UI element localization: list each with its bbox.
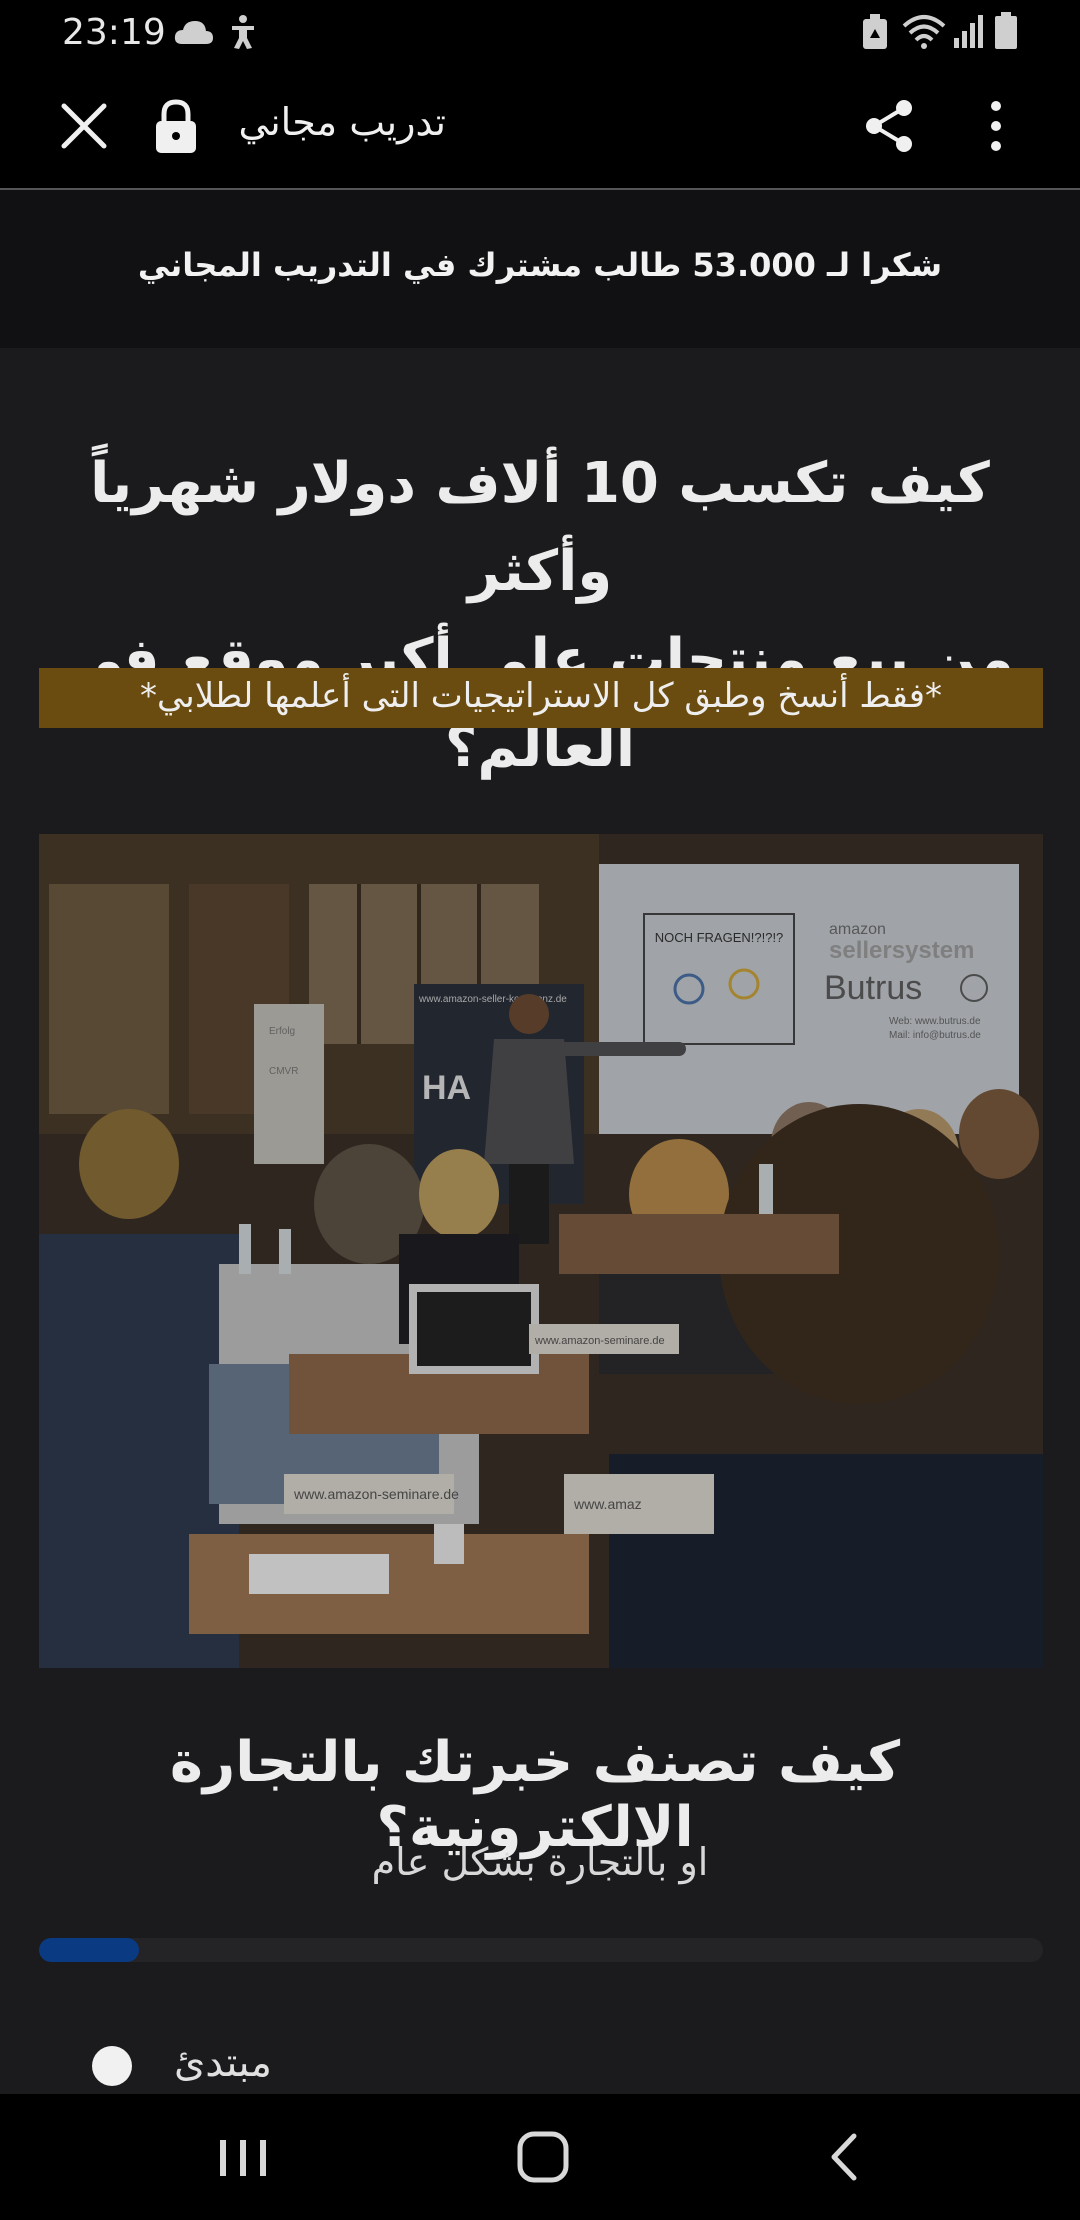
status-time: 23:19 (62, 12, 166, 53)
option-beginner[interactable]: مبتدئ (90, 2040, 490, 2100)
main-headline: كيف تكسب 10 ألاف دولار شهرياً وأكثر من ب… (40, 440, 1040, 792)
headline-line-1: كيف تكسب 10 ألاف دولار شهرياً وأكثر (90, 451, 990, 604)
close-icon[interactable] (52, 94, 116, 158)
option-label: مبتدئ (174, 2040, 272, 2086)
wifi-icon (902, 15, 946, 49)
radio-button[interactable] (92, 2046, 132, 2086)
back-icon[interactable] (810, 2122, 880, 2192)
strategy-banner: *فقط أنسخ وطبق كل الاستراتيجيات التى أعل… (39, 668, 1043, 728)
quiz-progress-fill (39, 1938, 140, 1962)
more-vert-icon[interactable] (964, 94, 1028, 158)
recycle-icon (863, 14, 887, 49)
recents-icon[interactable] (208, 2122, 278, 2192)
page-title: تدريب مجاني (238, 100, 446, 144)
lock-icon[interactable] (144, 94, 208, 158)
battery-icon (995, 12, 1017, 49)
accessibility-icon (232, 15, 254, 49)
status-bar: 23:19 (0, 0, 1080, 64)
seminar-photo-illustration: NOCH FRAGEN!?!?!? amazon sellersystem Bu… (39, 834, 1043, 1668)
home-icon[interactable] (508, 2122, 578, 2192)
seminar-photo: NOCH FRAGEN!?!?!? amazon sellersystem Bu… (39, 834, 1043, 1668)
thanks-text: شكرا لـ 53.000 طالب مشترك في التدريب الم… (137, 246, 943, 284)
thanks-bar: شكرا لـ 53.000 طالب مشترك في التدريب الم… (0, 190, 1080, 348)
banner-text: *فقط أنسخ وطبق كل الاستراتيجيات التى أعل… (139, 676, 943, 716)
browser-toolbar: تدريب مجاني (0, 64, 1080, 190)
navigation-bar (0, 2094, 1080, 2220)
question-subtitle: او بالتجارة بشكل عام (371, 1840, 709, 1884)
share-icon[interactable] (858, 94, 922, 158)
signal-icon (954, 15, 983, 48)
cloud-icon (174, 21, 213, 44)
quiz-progress-bar (39, 1938, 1043, 1962)
